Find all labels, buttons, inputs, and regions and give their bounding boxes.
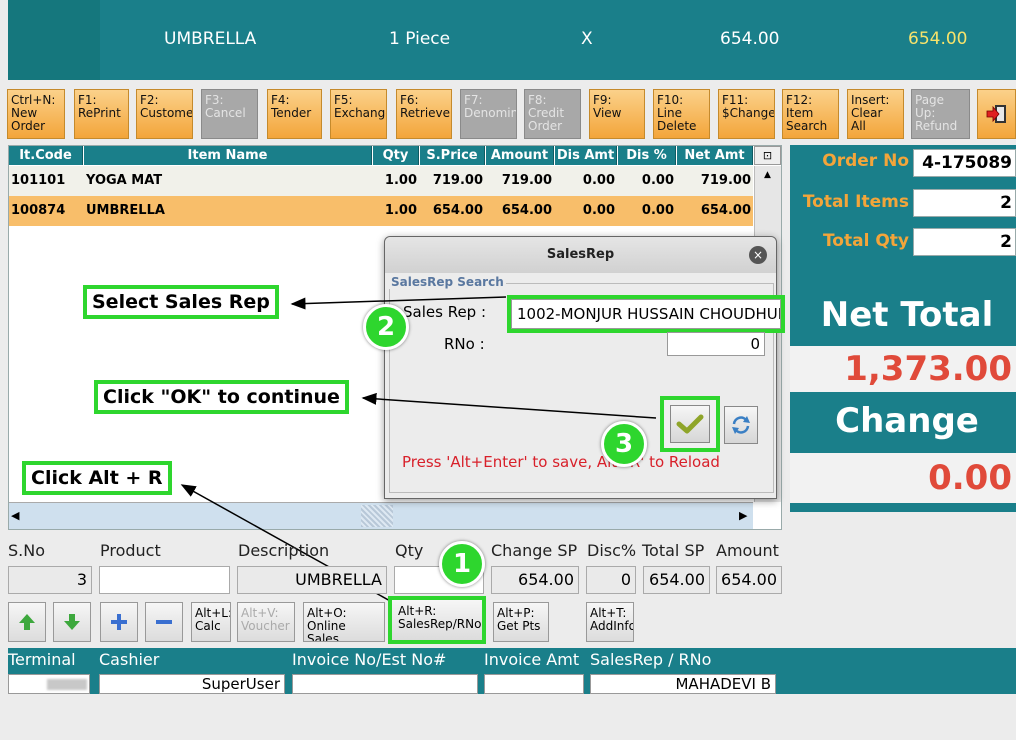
terminal-field: [8, 674, 90, 694]
callout-click-alt-r: Click Alt + R: [22, 461, 172, 495]
disc-field[interactable]: 0: [586, 566, 636, 594]
invoice-amt-label: Invoice Amt: [484, 650, 580, 669]
arrow-up-icon: [19, 614, 35, 630]
invoice-amt-field: [484, 674, 584, 694]
step-1-marker: 1: [439, 541, 485, 587]
callout-select-sales-rep: Select Sales Rep: [83, 285, 279, 319]
terminal-blurred: [47, 679, 87, 690]
salesrep-field: MAHADEVI B: [590, 674, 776, 694]
cashier-label: Cashier: [99, 650, 160, 669]
calc-button[interactable]: Alt+L: Calc: [191, 602, 231, 642]
terminal-label: Terminal: [8, 650, 76, 669]
step-2-marker: 2: [363, 304, 409, 350]
arrow-down-icon: [64, 614, 80, 630]
invoice-field: [292, 674, 478, 694]
description-label: Description: [238, 541, 330, 560]
minus-icon: [156, 620, 172, 624]
step-3-marker: 3: [601, 421, 647, 467]
sno-label: S.No: [8, 541, 45, 560]
total-sp-label: Total SP: [642, 541, 705, 560]
description-field[interactable]: UMBRELLA: [237, 566, 387, 594]
decrease-qty-button[interactable]: [145, 602, 183, 642]
product-label: Product: [100, 541, 161, 560]
move-up-button[interactable]: [8, 602, 46, 642]
status-bar: Terminal Cashier Invoice No/Est No# Invo…: [8, 648, 1016, 694]
increase-qty-button[interactable]: [100, 602, 138, 642]
callout-click-ok: Click "OK" to continue: [94, 380, 349, 414]
amount-field[interactable]: 654.00: [716, 566, 782, 594]
invoice-label: Invoice No/Est No#: [292, 650, 447, 669]
change-sp-label: Change SP: [491, 541, 578, 560]
online-sales-button[interactable]: Alt+O: Online Sales: [303, 602, 385, 642]
voucher-button[interactable]: Alt+V: Voucher: [237, 602, 295, 642]
plus-icon: [111, 614, 127, 630]
amount-label: Amount: [716, 541, 779, 560]
cashier-field: SuperUser: [99, 674, 285, 694]
addinfo-button[interactable]: Alt+T: AddInfo: [586, 602, 634, 642]
product-input[interactable]: [99, 566, 230, 594]
qty-label: Qty: [395, 541, 424, 560]
salesrep-rno-label: SalesRep / RNo: [590, 650, 712, 669]
get-pts-button[interactable]: Alt+P: Get Pts: [493, 602, 549, 642]
change-sp-field[interactable]: 654.00: [491, 566, 579, 594]
total-sp-field[interactable]: 654.00: [643, 566, 710, 594]
sno-field[interactable]: 3: [8, 566, 92, 594]
disc-label: Disc%: [587, 541, 637, 560]
salesrep-rno-button[interactable]: Alt+R: SalesRep/RNo: [388, 596, 486, 644]
move-down-button[interactable]: [53, 602, 91, 642]
